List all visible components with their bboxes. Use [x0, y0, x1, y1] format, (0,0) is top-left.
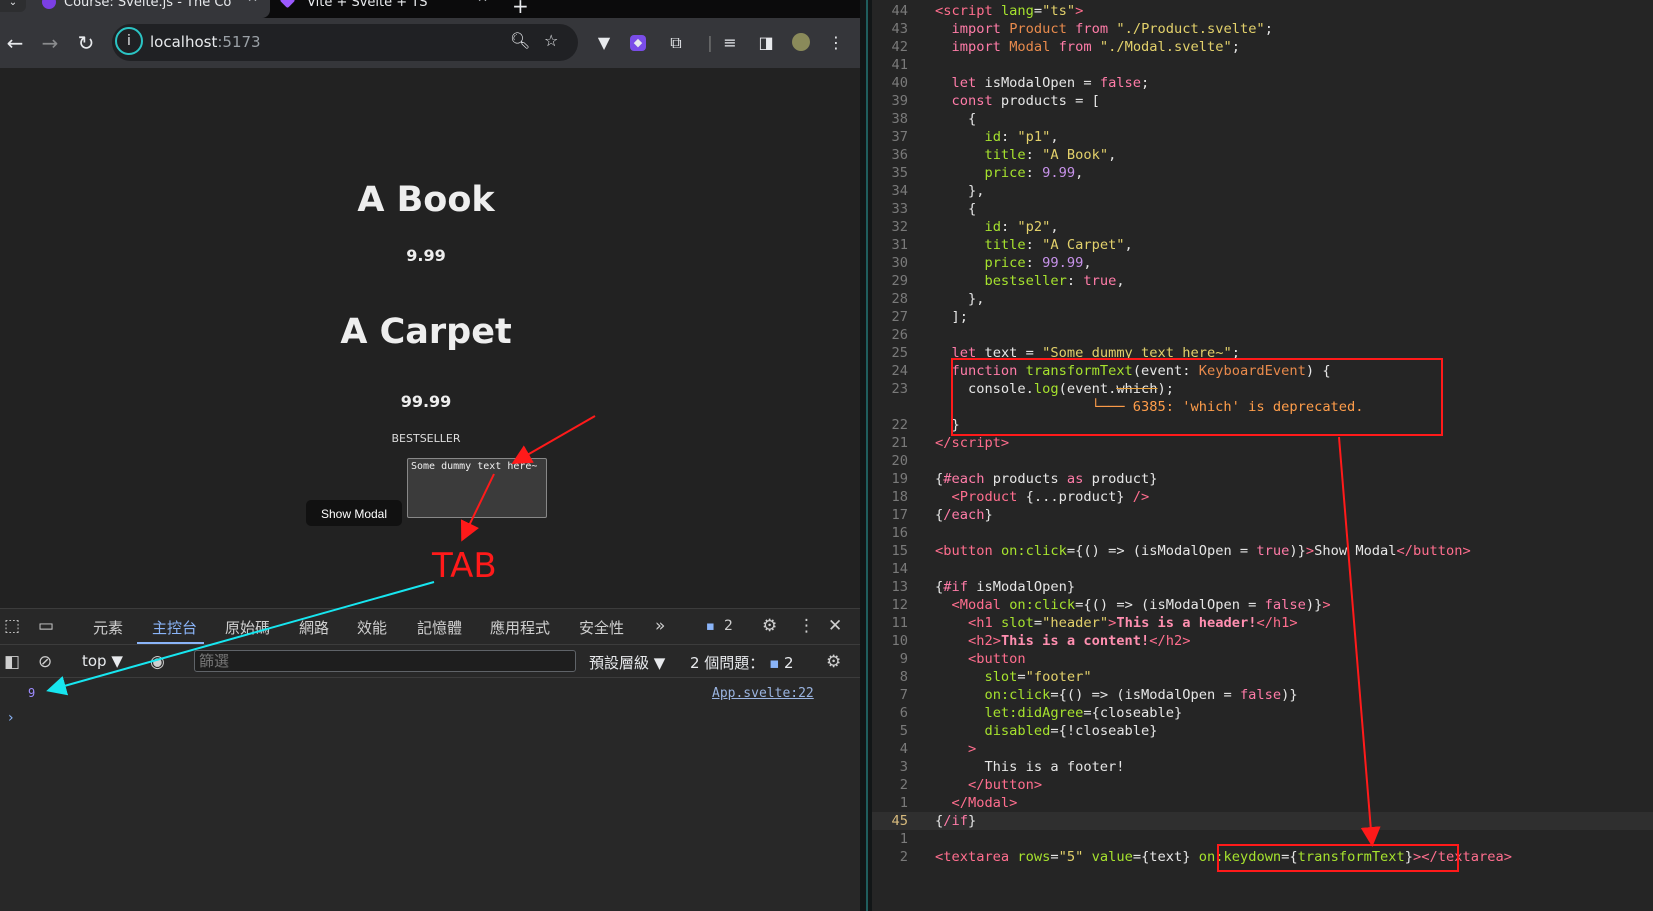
context-select[interactable]: top ▼	[82, 652, 123, 670]
browser-window: Course: Svelte.js - The Co ✕ ⌄ Vite + Sv…	[0, 0, 860, 911]
forward-arrow-icon[interactable]: →	[37, 30, 63, 56]
devtools-tab-security[interactable]: 安全性	[579, 617, 624, 638]
code-editor[interactable]: 44 <script lang="ts"> 43 import Product f…	[872, 0, 1653, 911]
sidebar-toggle-icon[interactable]: ◧	[4, 652, 20, 672]
inspect-element-icon[interactable]: ⬚	[4, 616, 20, 636]
browser-tab-course[interactable]: Course: Svelte.js - The Co ✕	[0, 0, 270, 18]
issues-counter[interactable]: 2 個問題： ▪ 2	[690, 652, 794, 673]
product-textarea[interactable]: Some dummy text here~	[407, 458, 547, 518]
issues-badge-count[interactable]: 2	[724, 618, 733, 634]
active-tab-indicator	[137, 642, 204, 644]
more-tabs-chevron-icon[interactable]: »	[655, 616, 665, 636]
url-text: localhost:5173	[150, 33, 261, 51]
new-tab-plus-icon[interactable]: +	[512, 0, 529, 18]
bestseller-badge: BESTSELLER	[391, 432, 461, 445]
issues-label: 2 個問題：	[690, 654, 765, 672]
console-prompt[interactable]: ›	[8, 710, 14, 726]
browser-tab-vite[interactable]: Vite + Svelte + TS ✕	[272, 0, 500, 18]
tab-title: Vite + Svelte + TS	[307, 0, 428, 10]
more-options-icon[interactable]: ⋮	[798, 616, 815, 636]
close-devtools-icon[interactable]: ✕	[828, 616, 842, 636]
reload-icon[interactable]: ↻	[73, 30, 99, 56]
settings-gear-icon[interactable]: ⚙	[762, 616, 777, 636]
console-filter-input[interactable]	[194, 650, 576, 672]
vue-devtools-extension-icon[interactable]: ▼	[594, 33, 614, 53]
vite-favicon-icon	[279, 0, 296, 9]
close-icon[interactable]: ✕	[247, 0, 258, 5]
bookmark-star-icon[interactable]: ☆	[544, 31, 558, 50]
console-source-link[interactable]: App.svelte:22	[712, 686, 814, 701]
tab-strip: Course: Svelte.js - The Co ✕ ⌄ Vite + Sv…	[0, 0, 860, 18]
separator: |	[707, 33, 713, 52]
product-title: A Book	[357, 180, 495, 220]
devtools-tab-sources[interactable]: 原始碼	[225, 617, 270, 638]
levels-value: 預設層級	[589, 654, 650, 672]
devtools-tab-elements[interactable]: 元素	[93, 617, 123, 638]
zoom-icon[interactable]: 🔍︎	[510, 31, 530, 50]
url-port: :5173	[217, 33, 261, 51]
devtools-tab-console[interactable]: 主控台	[152, 617, 197, 638]
product-price: 99.99	[400, 392, 452, 411]
issues-chat-icon[interactable]: ▪	[706, 619, 715, 634]
side-panel-icon[interactable]: ◨	[756, 33, 776, 53]
extension-icon[interactable]: ◆	[630, 35, 646, 51]
current-line-number: 45	[891, 813, 908, 829]
devtools-tab-network[interactable]: 網路	[299, 617, 329, 638]
product-price: 9.99	[406, 246, 446, 265]
devtools-panel: ⬚ ▭ 元素 主控台 原始碼 網路 效能 記憶體 應用程式 安全性 » ▪ 2 …	[0, 608, 860, 911]
device-toolbar-icon[interactable]: ▭	[38, 616, 54, 636]
log-levels-select[interactable]: 預設層級 ▼	[589, 652, 665, 673]
annotation-tab-label: TAB	[432, 546, 497, 586]
browser-toolbar: ← → ↻ i localhost:5173 🔍︎ ☆ ▼ ◆ ⧉ | ≡ ◨ …	[0, 18, 860, 68]
page-viewport: A Book 9.99 A Carpet 99.99 BESTSELLER Sh…	[0, 68, 860, 608]
issues-icon: ▪	[769, 654, 780, 672]
product-title: A Carpet	[340, 312, 512, 352]
menu-dots-icon[interactable]: ⋮	[826, 33, 846, 53]
issues-count: 2	[784, 654, 794, 672]
live-expression-eye-icon[interactable]: ◉	[150, 652, 165, 672]
extensions-puzzle-icon[interactable]: ⧉	[666, 33, 686, 53]
console-filter-bar: ◧ ⊘ top ▼ ◉ 預設層級 ▼ 2 個問題： ▪ 2 ⚙	[0, 645, 860, 678]
profile-avatar-icon[interactable]	[792, 33, 810, 51]
devtools-tab-application[interactable]: 應用程式	[490, 617, 550, 638]
media-controls-icon[interactable]: ≡	[720, 33, 740, 53]
window-divider-line	[866, 0, 868, 911]
tab-title: Course: Svelte.js - The Co	[64, 0, 232, 10]
tab-search-icon[interactable]: ⌄	[0, 0, 26, 12]
deprecation-warning: 6385: 'which' is deprecated.	[1132, 399, 1364, 415]
clear-console-icon[interactable]: ⊘	[38, 652, 52, 672]
console-settings-gear-icon[interactable]: ⚙	[826, 652, 841, 672]
show-modal-button[interactable]: Show Modal	[306, 500, 402, 526]
udemy-favicon-icon	[42, 0, 56, 9]
back-arrow-icon[interactable]: ←	[2, 30, 28, 56]
devtools-tab-performance[interactable]: 效能	[357, 617, 387, 638]
url-host: localhost	[150, 33, 218, 51]
devtools-tab-memory[interactable]: 記憶體	[417, 617, 462, 638]
context-value: top	[82, 652, 107, 670]
devtools-tabbar: ⬚ ▭ 元素 主控台 原始碼 網路 效能 記憶體 應用程式 安全性 » ▪ 2 …	[0, 609, 860, 645]
address-bar[interactable]: i localhost:5173 🔍︎ ☆	[112, 24, 578, 61]
site-info-icon[interactable]: i	[115, 27, 143, 55]
close-icon[interactable]: ✕	[477, 0, 488, 5]
console-log-value: 9	[28, 686, 36, 700]
